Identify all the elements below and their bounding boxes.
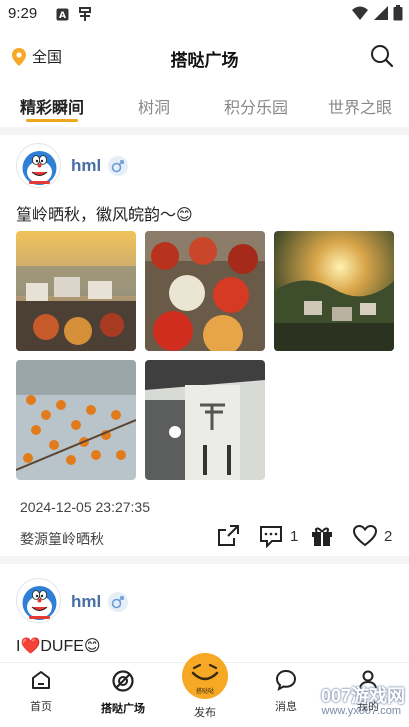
post-card[interactable]: hml 篁岭晒秋，徽风皖韵～😊 2024-12-05 23:27:35 婺源篁岭… (0, 135, 409, 557)
gift-icon (312, 527, 332, 546)
gift-button[interactable] (310, 524, 334, 548)
comment-icon (260, 526, 282, 548)
nav-home-label: 首页 (30, 701, 52, 713)
page-title: 搭哒广场 (170, 51, 239, 70)
share-button[interactable] (216, 524, 240, 548)
post-username[interactable]: hml (71, 156, 101, 176)
post-divider (0, 556, 409, 564)
post-username[interactable]: hml (71, 592, 101, 612)
huangling-gate-photo[interactable] (145, 360, 265, 480)
battery-icon (393, 5, 403, 21)
persimmon-tree-photo[interactable] (16, 360, 136, 480)
sunset-village-photo[interactable] (274, 231, 394, 351)
app-a-icon: A (56, 8, 69, 21)
compass-icon (112, 670, 134, 692)
gender-male-icon (108, 156, 128, 176)
nav-home[interactable]: 首页 (11, 669, 71, 714)
wifi-icon (352, 6, 368, 20)
status-time: 9:29 (8, 5, 38, 22)
signal-icon (374, 6, 388, 20)
nav-messages[interactable]: 消息 (256, 669, 316, 714)
tab-highlights[interactable]: 精彩瞬间 (20, 94, 84, 118)
watermark-url: www.yx007.com (321, 705, 401, 717)
heart-icon (352, 524, 378, 547)
post-card[interactable]: hml I❤️DUFE😊 (0, 564, 409, 662)
category-tabs: 精彩瞬间 树洞 积分乐园 世界之眼 (0, 86, 409, 126)
svg-text:A: A (59, 11, 66, 21)
doraemon-avatar-icon (17, 579, 60, 622)
nav-plaza-label: 搭哒广场 (101, 703, 145, 715)
top-header: 全国 搭哒广场 (0, 36, 409, 76)
search-icon[interactable] (369, 43, 395, 69)
post-text: 篁岭晒秋，徽风皖韵～😊 (16, 207, 193, 224)
nav-messages-label: 消息 (275, 701, 297, 713)
like-count: 2 (384, 527, 393, 545)
like-button[interactable]: 2 (352, 524, 392, 548)
tab-tree-hole[interactable]: 树洞 (138, 94, 170, 118)
share-icon (218, 525, 239, 546)
app-notification-icon (79, 7, 91, 21)
post-text: I❤️DUFE😊 (16, 638, 101, 655)
status-notification-icons: A (56, 6, 93, 22)
status-bar: 9:29 A (0, 0, 409, 30)
tab-points-park[interactable]: 积分乐园 (224, 94, 288, 118)
section-divider (0, 127, 409, 135)
message-icon (275, 669, 297, 691)
post-location-tag[interactable]: 婺源篁岭晒秋 (20, 529, 104, 549)
home-icon (32, 671, 50, 689)
avatar[interactable] (16, 578, 61, 623)
post-timestamp: 2024-12-05 23:27:35 (20, 499, 150, 515)
smile-publish-icon: 搭哒哒 (191, 663, 219, 695)
comment-count: 1 (290, 527, 299, 545)
status-system-icons (351, 5, 403, 21)
comment-button[interactable]: 1 (258, 524, 298, 548)
nav-publish-label: 发布 (194, 707, 216, 719)
publish-button[interactable]: 搭哒哒 (182, 653, 228, 699)
gender-male-icon (108, 592, 128, 612)
avatar[interactable] (16, 143, 61, 188)
nav-plaza[interactable]: 搭哒广场 (93, 669, 153, 716)
doraemon-avatar-icon (17, 144, 60, 187)
village-terrace-photo[interactable] (16, 231, 136, 351)
active-tab-indicator (26, 119, 78, 122)
drying-chili-photo[interactable] (145, 231, 265, 351)
tab-world-eye[interactable]: 世界之眼 (328, 94, 392, 118)
publish-badge-text: 搭哒哒 (196, 687, 214, 695)
